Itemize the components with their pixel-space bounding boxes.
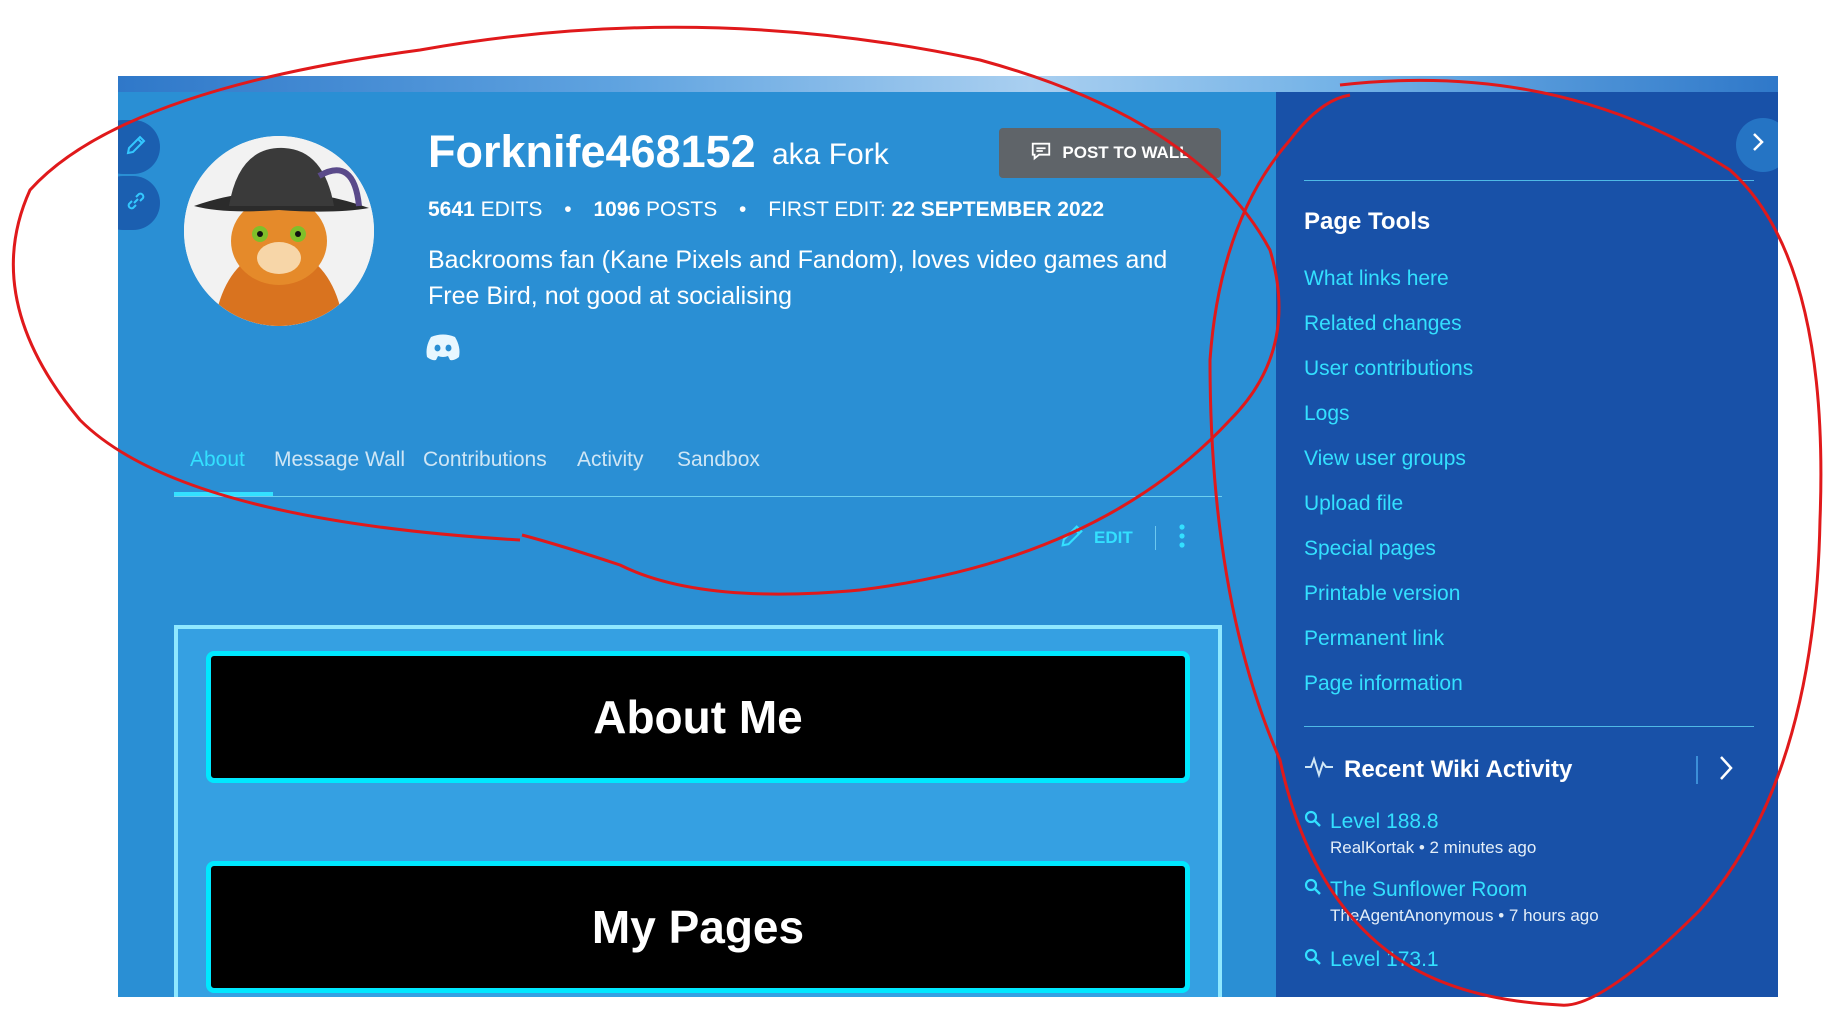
edits-count: 5641	[428, 198, 475, 221]
edits-label: EDITS	[480, 198, 543, 221]
tool-special-pages[interactable]: Special pages	[1304, 526, 1473, 571]
tab-activity[interactable]: Activity	[577, 442, 644, 496]
speech-bubble-icon	[1030, 140, 1052, 167]
discord-icon[interactable]	[424, 332, 462, 362]
activity-meta: RealKortak • 2 minutes ago	[1330, 838, 1537, 857]
activity-item: Level 173.1	[1304, 948, 1439, 972]
edit-button[interactable]: EDIT	[1094, 528, 1133, 548]
activity-page-link[interactable]: Level 173.1	[1330, 948, 1439, 972]
edit-shortcut-button[interactable]	[118, 120, 160, 174]
tab-sandbox[interactable]: Sandbox	[677, 442, 760, 496]
recent-wiki-activity-title: Recent Wiki Activity	[1344, 755, 1573, 783]
wiki-page: Forknife468152 aka Fork POST TO WALL 564…	[118, 76, 1778, 997]
tool-logs[interactable]: Logs	[1304, 391, 1473, 436]
rail-divider	[1304, 180, 1754, 181]
page-tools-list: What links here Related changes User con…	[1304, 256, 1473, 706]
posts-count: 1096	[593, 198, 641, 221]
pencil-icon	[124, 133, 148, 161]
my-pages-heading: My Pages	[206, 861, 1190, 993]
search-icon	[1304, 810, 1322, 834]
avatar[interactable]	[184, 136, 374, 326]
toolbar-divider	[1154, 526, 1156, 550]
profile-tabs: About Message Wall Contributions Activit…	[174, 442, 1222, 497]
link-icon	[124, 189, 148, 217]
activity-item: Level 188.8 RealKortak • 2 minutes ago	[1304, 810, 1536, 858]
rail-divider	[1304, 726, 1754, 727]
header-divider	[1696, 756, 1698, 784]
activity-page-link[interactable]: The Sunflower Room	[1330, 878, 1527, 902]
about-me-heading: About Me	[206, 651, 1190, 783]
post-to-wall-button[interactable]: POST TO WALL	[999, 128, 1221, 178]
tool-printable-version[interactable]: Printable version	[1304, 571, 1473, 616]
nickname: aka Fork	[772, 138, 889, 171]
tab-contributions[interactable]: Contributions	[423, 442, 547, 496]
page-edit-toolbar: EDIT	[1058, 520, 1186, 556]
kebab-menu-icon[interactable]	[1178, 523, 1186, 554]
page-tools-title: Page Tools	[1304, 208, 1431, 235]
tool-permanent-link[interactable]: Permanent link	[1304, 616, 1473, 661]
tool-user-contributions[interactable]: User contributions	[1304, 346, 1473, 391]
recent-wiki-activity-header: Recent Wiki Activity	[1304, 754, 1572, 785]
about-content: About Me My Pages	[174, 625, 1222, 997]
activity-page-link[interactable]: Level 188.8	[1330, 810, 1439, 834]
tool-upload-file[interactable]: Upload file	[1304, 481, 1473, 526]
copy-link-button[interactable]	[118, 176, 160, 230]
tool-what-links-here[interactable]: What links here	[1304, 256, 1473, 301]
first-edit-label: FIRST EDIT:	[768, 198, 886, 221]
activity-item: The Sunflower Room TheAgentAnonymous • 7…	[1304, 878, 1599, 926]
username: Forknife468152	[428, 126, 756, 177]
main-content: Forknife468152 aka Fork POST TO WALL 564…	[118, 92, 1275, 997]
search-icon	[1304, 948, 1322, 972]
pencil-icon	[1058, 522, 1086, 555]
activity-meta: TheAgentAnonymous • 7 hours ago	[1330, 906, 1599, 925]
post-to-wall-label: POST TO WALL	[1062, 143, 1190, 162]
right-rail: Page Tools What links here Related chang…	[1276, 92, 1778, 997]
tool-view-user-groups[interactable]: View user groups	[1304, 436, 1473, 481]
posts-label: POSTS	[646, 198, 718, 221]
user-bio: Backrooms fan (Kane Pixels and Fandom), …	[428, 246, 1168, 310]
search-icon	[1304, 878, 1322, 902]
stat-separator: •	[564, 198, 572, 221]
header-banner	[118, 76, 1778, 92]
first-edit-date: 22 SEPTEMBER 2022	[891, 198, 1104, 221]
chevron-right-icon[interactable]	[1716, 752, 1736, 792]
tab-about[interactable]: About	[190, 442, 245, 496]
chevron-right-icon	[1750, 131, 1766, 159]
active-tab-indicator	[174, 492, 273, 496]
tab-message-wall[interactable]: Message Wall	[274, 442, 405, 496]
tool-related-changes[interactable]: Related changes	[1304, 301, 1473, 346]
tool-page-information[interactable]: Page information	[1304, 661, 1473, 706]
user-stats: 5641 EDITS • 1096 POSTS • FIRST EDIT: 22…	[428, 198, 1104, 222]
collapse-rail-button[interactable]	[1736, 118, 1778, 172]
stat-separator: •	[739, 198, 747, 221]
pulse-icon	[1304, 754, 1334, 785]
